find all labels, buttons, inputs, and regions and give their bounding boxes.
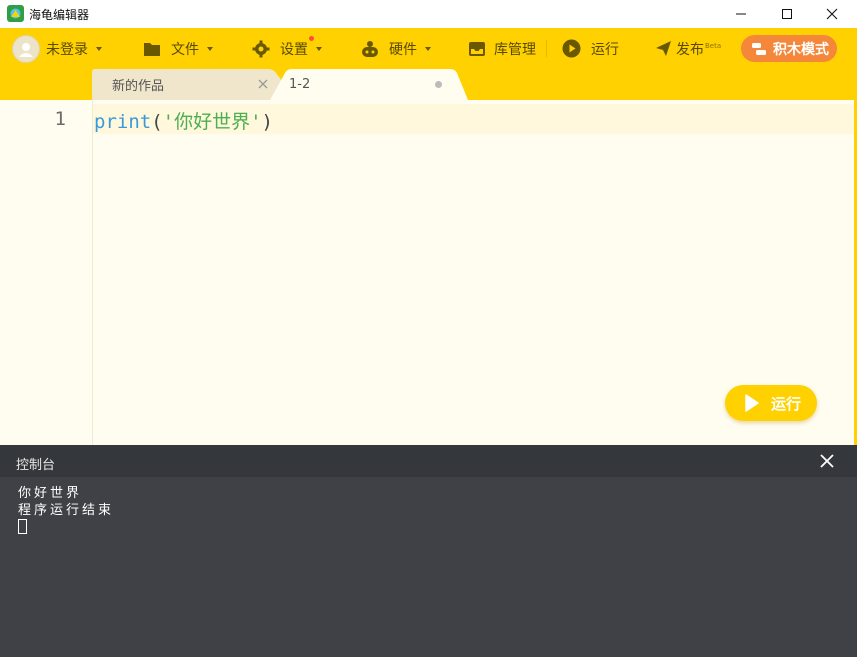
maximize-button[interactable] <box>764 0 810 28</box>
tab-1-2[interactable]: 1-2 <box>289 69 310 100</box>
console-header: 控制台 <box>0 445 857 477</box>
toolbar-divider <box>546 40 547 57</box>
title-bar: 海龟编辑器 <box>0 0 857 28</box>
publish-label: 发布 <box>676 41 704 58</box>
close-console-icon[interactable] <box>818 452 836 470</box>
run-button-label: 运行 <box>771 394 802 413</box>
app-logo-icon <box>7 5 24 22</box>
block-mode-label: 积木模式 <box>773 41 829 58</box>
code-paren-close: ) <box>261 111 273 133</box>
login-label: 未登录 <box>46 41 88 58</box>
close-button[interactable] <box>809 0 855 28</box>
play-icon <box>745 394 759 412</box>
settings-label: 设置 <box>280 41 308 58</box>
beta-badge: Beta <box>705 42 722 50</box>
line-gutter <box>0 100 93 445</box>
login-menu[interactable]: 未登录 <box>12 28 102 69</box>
unsaved-indicator <box>435 81 442 88</box>
chevron-down-icon <box>207 46 213 51</box>
file-menu[interactable]: 文件 <box>143 28 213 69</box>
gear-icon <box>252 40 270 57</box>
chevron-down-icon <box>96 46 102 51</box>
close-tab-icon[interactable] <box>258 79 268 89</box>
avatar <box>12 34 40 63</box>
window-title: 海龟编辑器 <box>29 8 90 22</box>
floating-run-button[interactable]: 运行 <box>725 385 817 421</box>
hardware-menu[interactable]: 硬件 <box>360 28 431 69</box>
notification-dot <box>309 36 314 41</box>
library-button[interactable]: 库管理 <box>468 28 536 69</box>
run-toolbar-button[interactable]: 运行 <box>562 28 619 69</box>
settings-menu[interactable]: 设置 <box>252 28 322 69</box>
user-avatar-icon <box>19 42 33 57</box>
code-line[interactable]: print('你好世界') <box>94 107 273 134</box>
main-toolbar: 未登录 文件 设置 硬件 库管理 运行 发布 Beta <box>0 28 857 69</box>
hardware-label: 硬件 <box>389 41 417 58</box>
publish-button[interactable]: 发布 Beta <box>655 28 721 69</box>
send-icon <box>656 41 671 56</box>
tab-strip: 新的作品 1-2 <box>0 69 857 100</box>
console-line: 程序运行结束 <box>18 503 115 518</box>
chevron-down-icon <box>425 46 431 51</box>
code-keyword: print <box>94 111 152 133</box>
run-label: 运行 <box>591 41 619 58</box>
chevron-down-icon <box>316 46 322 51</box>
tab-new-work[interactable]: 新的作品 <box>112 69 164 100</box>
file-label: 文件 <box>171 41 199 58</box>
code-paren-open: ( <box>151 111 163 133</box>
maximize-icon <box>782 9 792 19</box>
minimize-icon <box>736 13 746 15</box>
code-string: '你好世界' <box>162 111 262 133</box>
block-mode-button[interactable]: 积木模式 <box>741 35 837 62</box>
console-output[interactable] <box>0 477 857 657</box>
tab-label: 新的作品 <box>112 79 165 94</box>
close-icon <box>826 8 838 20</box>
console-title: 控制台 <box>16 458 56 473</box>
play-circle-icon <box>562 39 581 58</box>
inbox-icon <box>469 41 485 56</box>
robot-icon <box>362 40 378 57</box>
blocks-icon <box>752 42 766 55</box>
minimize-button[interactable] <box>718 0 764 28</box>
console-cursor <box>18 519 27 534</box>
tab-shapes <box>92 69 468 100</box>
library-label: 库管理 <box>494 41 536 58</box>
line-number: 1 <box>54 108 66 130</box>
tab-label: 1-2 <box>289 77 311 92</box>
folder-icon <box>144 42 160 56</box>
